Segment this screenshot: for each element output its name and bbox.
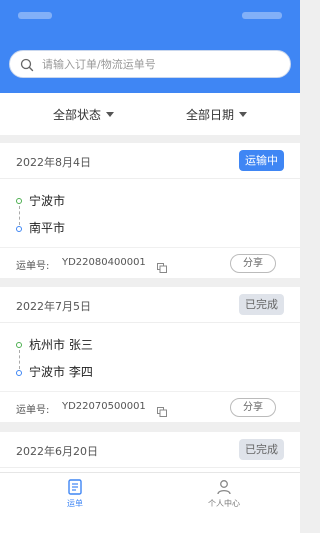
status-badge: 运输中: [239, 150, 284, 171]
tab-profile[interactable]: 个人中心: [194, 477, 254, 517]
status-filter-dropdown[interactable]: 全部状态: [53, 93, 115, 135]
order-card-header: 2022年8月4日 运输中: [0, 143, 300, 179]
destination-dot-icon: [16, 370, 22, 376]
order-date: 2022年8月4日: [16, 156, 91, 169]
header: [0, 0, 300, 93]
origin-city: 宁波市: [29, 194, 66, 208]
tab-orders-label: 运单: [67, 499, 83, 508]
caret-down-icon: [106, 111, 115, 117]
origin-dot-icon: [16, 198, 22, 204]
origin-city: 杭州市 张三: [29, 338, 93, 352]
destination-dot-icon: [16, 226, 22, 232]
waybill-number: YD22080400001: [62, 257, 146, 268]
person-icon: [217, 480, 231, 495]
status-bar-time: [18, 12, 52, 19]
search-input[interactable]: [42, 57, 282, 71]
tab-orders[interactable]: 运单: [45, 477, 105, 517]
tab-profile-label: 个人中心: [208, 499, 240, 508]
waybill-label: 运单号:: [16, 261, 50, 272]
status-badge: 已完成: [239, 439, 284, 460]
share-button[interactable]: 分享: [230, 398, 276, 417]
order-card[interactable]: 2022年6月20日 已完成: [0, 432, 300, 472]
date-filter-dropdown[interactable]: 全部日期: [186, 93, 248, 135]
waybill-number: YD22070500001: [62, 401, 146, 412]
route-connector: [18, 350, 20, 369]
waybill-label: 运单号:: [16, 405, 50, 416]
status-bar-indicators: [242, 12, 282, 19]
bottom-tab-bar: 运单 个人中心: [0, 472, 300, 533]
search-bar[interactable]: [9, 50, 291, 78]
caret-down-icon: [239, 111, 248, 117]
document-icon: [68, 479, 82, 495]
search-icon: [20, 57, 34, 72]
filter-bar: 全部状态 全部日期: [0, 93, 300, 135]
order-date: 2022年7月5日: [16, 300, 91, 313]
order-card-footer: 运单号: YD22070500001 分享: [0, 391, 300, 422]
order-card-header: 2022年7月5日 已完成: [0, 287, 300, 323]
copy-icon[interactable]: [157, 402, 167, 417]
origin-dot-icon: [16, 342, 22, 348]
route: 宁波市 南平市: [0, 179, 300, 247]
order-date: 2022年6月20日: [16, 445, 98, 458]
copy-icon[interactable]: [157, 258, 167, 273]
status-filter-label: 全部状态: [53, 107, 102, 122]
order-card[interactable]: 2022年8月4日 运输中 宁波市 南平市 运单号: YD22080400001…: [0, 143, 300, 278]
destination-city: 宁波市 李四: [29, 365, 93, 379]
share-button[interactable]: 分享: [230, 254, 276, 273]
route: 杭州市 张三 宁波市 李四: [0, 323, 300, 391]
route-connector: [18, 206, 20, 225]
date-filter-label: 全部日期: [186, 107, 235, 122]
order-card-header: 2022年6月20日 已完成: [0, 432, 300, 468]
status-badge: 已完成: [239, 294, 284, 315]
destination-city: 南平市: [29, 221, 66, 235]
order-card-footer: 运单号: YD22080400001 分享: [0, 247, 300, 278]
status-bar: [0, 0, 300, 30]
order-card[interactable]: 2022年7月5日 已完成 杭州市 张三 宁波市 李四 运单号: YD22070…: [0, 287, 300, 422]
